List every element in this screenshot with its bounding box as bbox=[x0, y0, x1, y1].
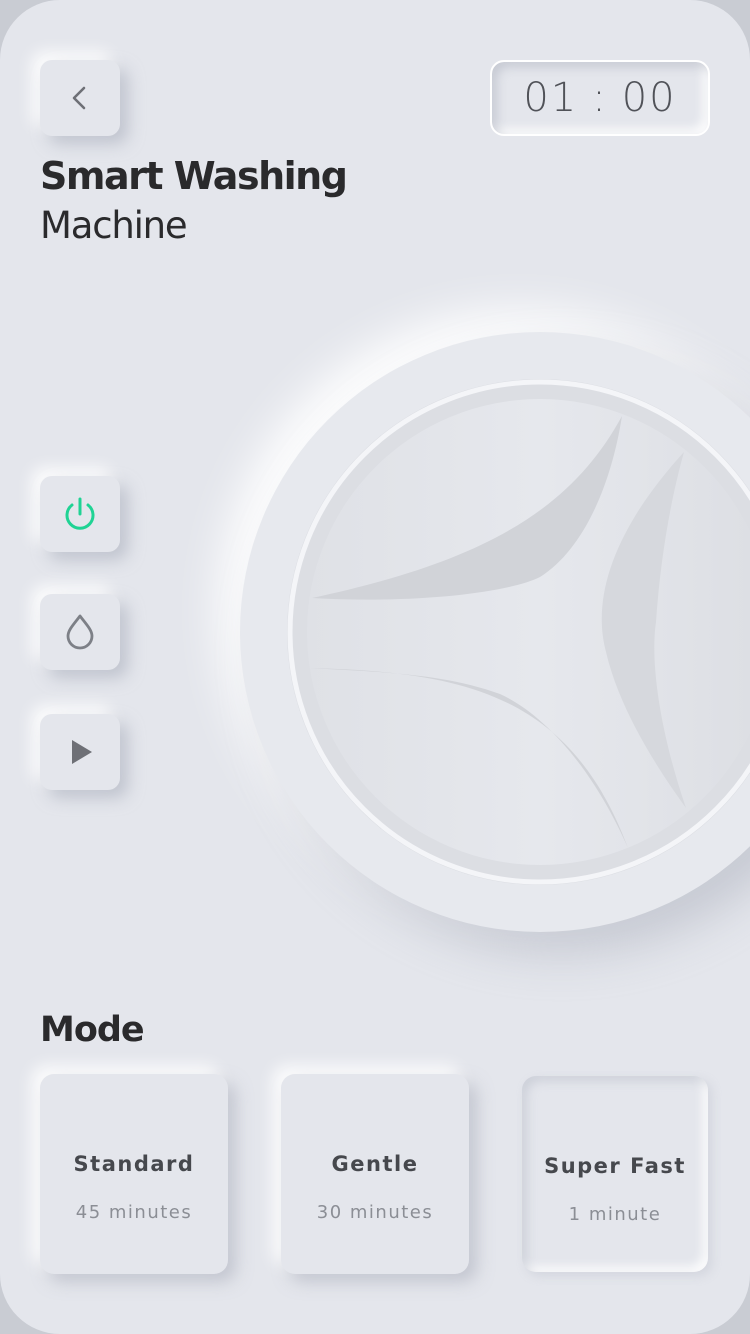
chevron-left-icon bbox=[72, 86, 86, 110]
mode-name: Super Fast bbox=[544, 1154, 686, 1178]
timer-minutes: 01 bbox=[523, 75, 579, 121]
back-button[interactable] bbox=[40, 60, 120, 136]
mode-card-standard[interactable]: Standard 45 minutes bbox=[40, 1074, 228, 1274]
mode-duration: 1 minute bbox=[568, 1204, 662, 1225]
power-button[interactable] bbox=[40, 476, 120, 552]
power-icon bbox=[65, 497, 95, 530]
timer-display: 01 : 00 bbox=[490, 60, 710, 136]
start-button[interactable] bbox=[40, 714, 120, 790]
page-subtitle: Machine bbox=[40, 204, 188, 247]
water-drop-icon bbox=[66, 614, 94, 650]
mode-card-gentle[interactable]: Gentle 30 minutes bbox=[281, 1074, 469, 1274]
water-button[interactable] bbox=[40, 594, 120, 670]
mode-duration: 45 minutes bbox=[75, 1202, 193, 1223]
washing-drum bbox=[287, 379, 750, 885]
timer-separator: : bbox=[592, 75, 608, 121]
timer-seconds: 00 bbox=[621, 75, 677, 121]
mode-name: Standard bbox=[73, 1152, 195, 1176]
mode-duration: 30 minutes bbox=[316, 1202, 434, 1223]
play-icon bbox=[72, 740, 92, 764]
app-screen: 01 : 00 Smart Washing Machine Mode Stand… bbox=[0, 0, 750, 1334]
mode-section-title: Mode bbox=[40, 1010, 145, 1050]
mode-name: Gentle bbox=[331, 1152, 419, 1176]
page-title: Smart Washing bbox=[40, 154, 348, 198]
mode-card-super-fast[interactable]: Super Fast 1 minute bbox=[522, 1076, 708, 1272]
